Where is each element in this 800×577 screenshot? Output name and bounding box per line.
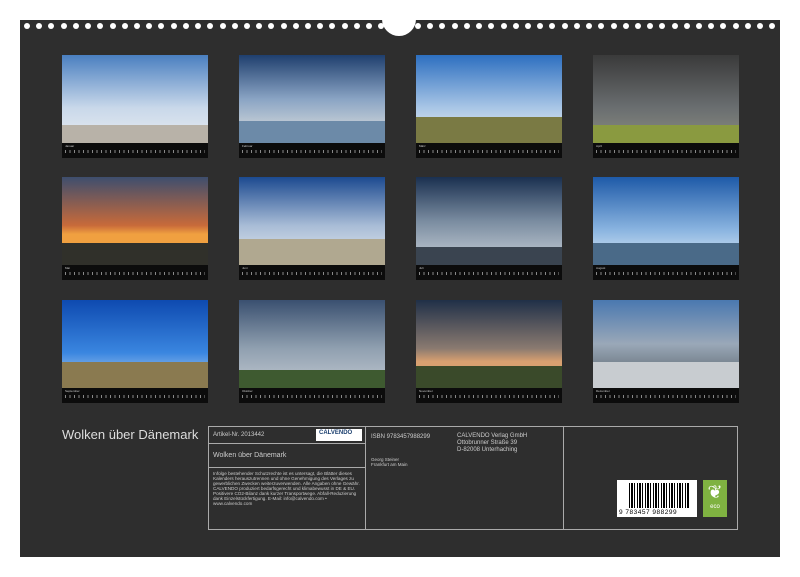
- month-thumbnail: April: [593, 55, 739, 158]
- day-grid: [242, 150, 382, 153]
- month-thumbnail: Februar: [239, 55, 385, 158]
- cloud-photo: [416, 177, 562, 265]
- article-number: Artikel-Nr. 2013442: [213, 432, 264, 438]
- month-label: Dezember: [596, 389, 610, 393]
- month-label: September: [65, 389, 80, 393]
- barcode: 9 783457 988299: [617, 480, 697, 517]
- cloud-photo: [593, 177, 739, 265]
- month-label: Juli: [419, 266, 424, 270]
- cloud-photo: [239, 177, 385, 265]
- month-thumbnail: Juni: [239, 177, 385, 280]
- month-label: Oktober: [242, 389, 253, 393]
- author-city: Frankfurt am Main: [371, 462, 408, 467]
- calendar-title: Wolken über Dänemark: [62, 427, 198, 442]
- cloud-photo: [62, 177, 208, 265]
- cloud-photo: [416, 300, 562, 388]
- day-grid: [65, 395, 205, 398]
- cloud-photo: [239, 55, 385, 143]
- month-label: März: [419, 144, 426, 148]
- publisher-city: D-82008 Unterhaching: [457, 447, 527, 454]
- publisher: CALVENDO Verlag GmbH: [457, 433, 527, 440]
- cloud-photo: [62, 300, 208, 388]
- day-grid: [596, 272, 736, 275]
- month-thumbnail: Mai: [62, 177, 208, 280]
- day-grid: [596, 150, 736, 153]
- month-thumbnail: August: [593, 177, 739, 280]
- month-thumbnail: November: [416, 300, 562, 403]
- month-thumbnail: März: [416, 55, 562, 158]
- month-label: November: [419, 389, 433, 393]
- month-label: Juni: [242, 266, 248, 270]
- month-thumbnail: Juli: [416, 177, 562, 280]
- product-title: Wolken über Dänemark: [209, 444, 365, 468]
- month-label: August: [596, 266, 605, 270]
- legal-text: Infolge bestehender Schutzrechte ist es …: [209, 468, 365, 509]
- day-grid: [419, 395, 559, 398]
- day-grid: [242, 395, 382, 398]
- month-label: Mai: [65, 266, 70, 270]
- day-grid: [419, 150, 559, 153]
- cloud-photo: [239, 300, 385, 388]
- publisher-street: Ottobrunner Straße 39: [457, 440, 527, 447]
- cloud-photo: [62, 55, 208, 143]
- day-grid: [419, 272, 559, 275]
- cloud-photo: [593, 300, 739, 388]
- day-grid: [242, 272, 382, 275]
- cloud-photo: [593, 55, 739, 143]
- isbn: ISBN 9783457988299: [371, 434, 430, 440]
- month-label: Januar: [65, 144, 74, 148]
- day-grid: [65, 150, 205, 153]
- day-grid: [65, 272, 205, 275]
- day-grid: [596, 395, 736, 398]
- month-thumbnail: Oktober: [239, 300, 385, 403]
- cloud-photo: [416, 55, 562, 143]
- month-thumbnail: Januar: [62, 55, 208, 158]
- month-thumbnail: September: [62, 300, 208, 403]
- month-label: April: [596, 144, 602, 148]
- info-box: Artikel-Nr. 2013442 CALVENDO Wolken über…: [208, 426, 738, 530]
- eco-leaf-icon: ❦eco: [703, 480, 727, 517]
- month-label: Februar: [242, 144, 253, 148]
- month-thumbnail: Dezember: [593, 300, 739, 403]
- calvendo-logo: CALVENDO: [316, 429, 362, 441]
